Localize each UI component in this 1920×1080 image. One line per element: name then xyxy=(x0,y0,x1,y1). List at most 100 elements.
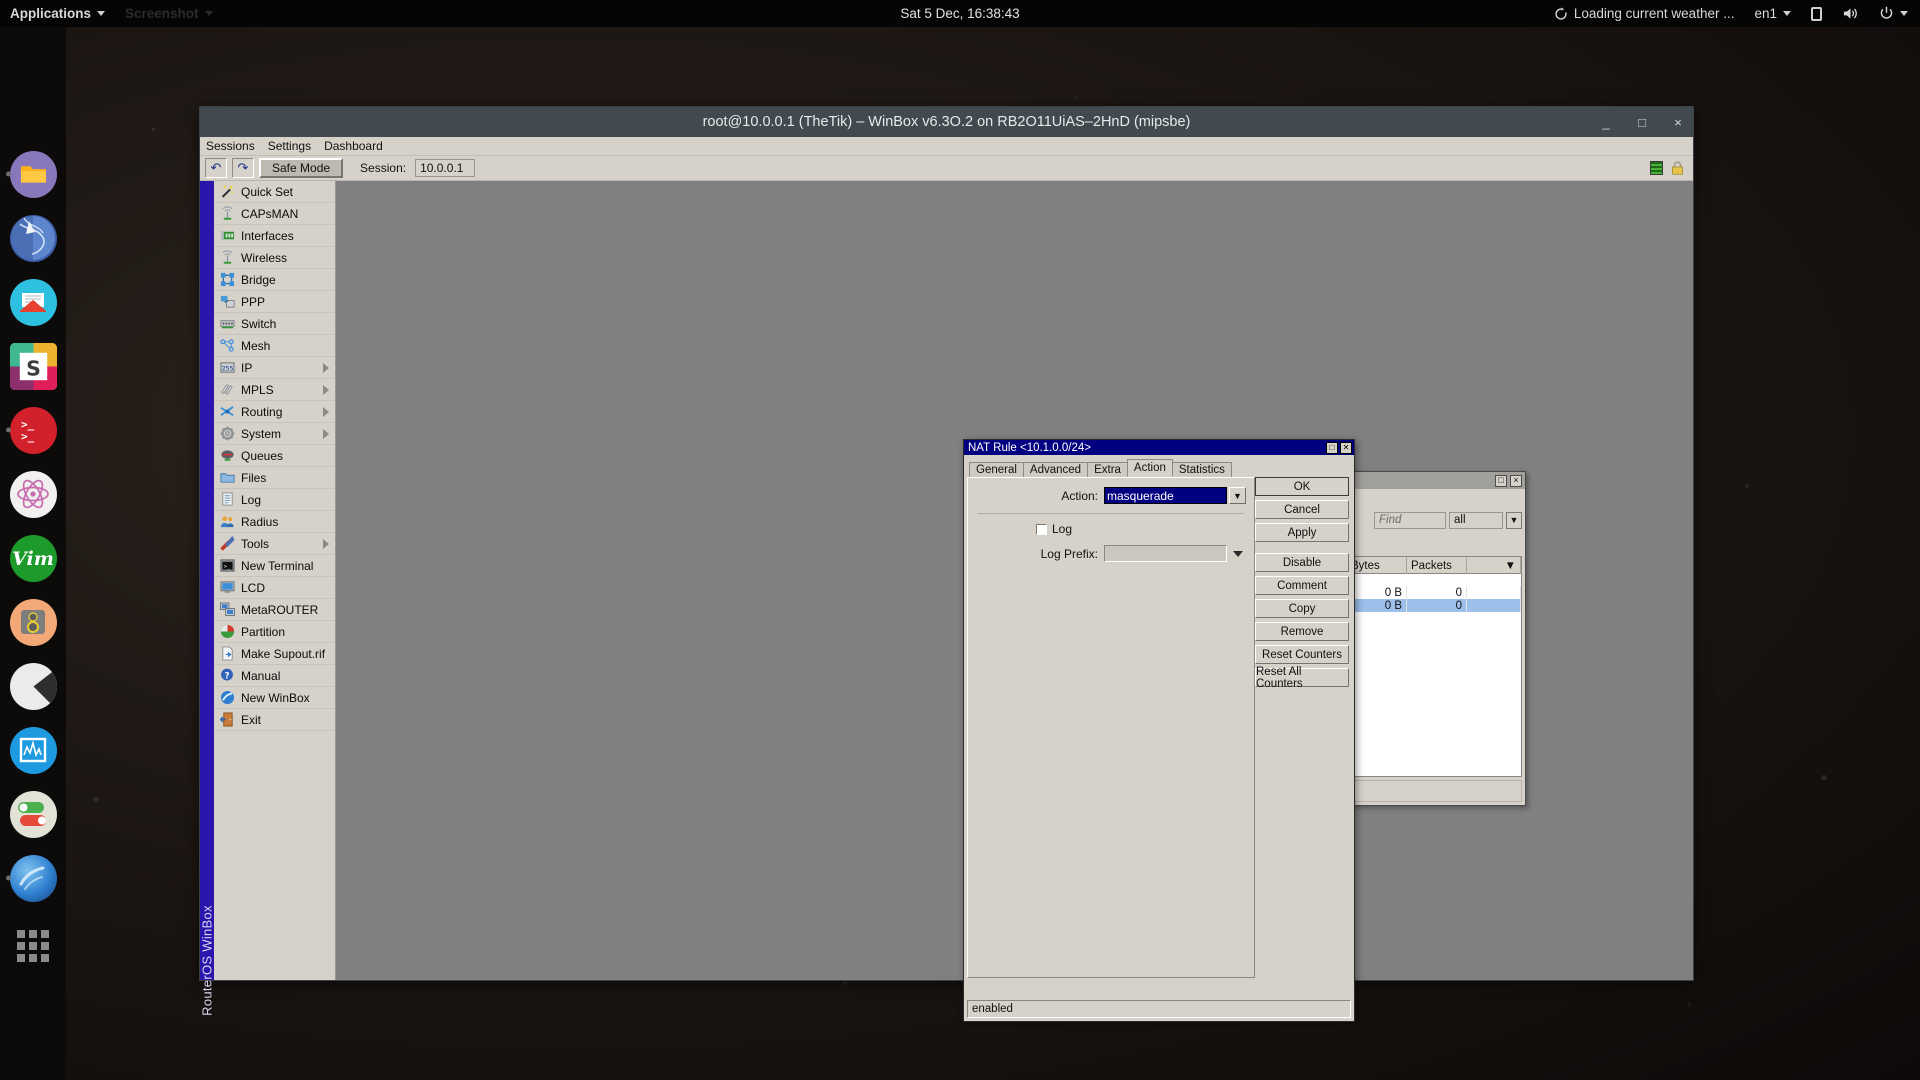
dock-item-settings-toggle[interactable] xyxy=(0,782,66,846)
dock-item-terminal[interactable]: >_ >_ xyxy=(0,398,66,462)
cancel-button[interactable]: Cancel xyxy=(1255,500,1349,519)
firewall-maximize-button[interactable]: □ xyxy=(1495,474,1507,487)
screenshot-window-button[interactable]: Screenshot xyxy=(115,0,223,27)
winbox-titlebar[interactable]: root@10.0.0.1 (TheTik) – WinBox v6.3O.2 … xyxy=(200,107,1693,137)
log-prefix-label: Log Prefix: xyxy=(1040,546,1098,561)
menu-dashboard[interactable]: Dashboard xyxy=(324,139,383,153)
sidebar-item-new-terminal[interactable]: >_ New Terminal xyxy=(214,555,335,577)
reset-counters-button[interactable]: Reset Counters xyxy=(1255,645,1349,664)
cell-extra xyxy=(1467,586,1521,599)
menu-sessions[interactable]: Sessions xyxy=(206,139,255,153)
remove-button[interactable]: Remove xyxy=(1255,622,1349,641)
dock-item-mail[interactable] xyxy=(0,270,66,334)
screen-lock-indicator[interactable] xyxy=(1801,0,1832,27)
sidebar-item-bridge[interactable]: Bridge xyxy=(214,269,335,291)
sidebar-item-switch[interactable]: Switch xyxy=(214,313,335,335)
log-prefix-dropdown-icon[interactable] xyxy=(1230,550,1246,557)
antenna-icon xyxy=(219,206,235,222)
safe-mode-button[interactable]: Safe Mode xyxy=(259,158,344,178)
session-value[interactable]: 10.0.0.1 xyxy=(415,159,476,177)
sidebar-item-ppp[interactable]: PPP xyxy=(214,291,335,313)
undo-button[interactable]: ↶ xyxy=(205,158,227,178)
sidebar-item-manual[interactable]: ? Manual xyxy=(214,665,335,687)
redo-button[interactable]: ↷ xyxy=(232,158,254,178)
sidebar-item-routing[interactable]: Routing xyxy=(214,401,335,423)
column-bytes[interactable]: Bytes xyxy=(1347,557,1407,574)
column-packets[interactable]: Packets xyxy=(1407,557,1467,574)
dock-item-winbox[interactable] xyxy=(0,846,66,910)
find-input[interactable]: Find xyxy=(1374,511,1446,529)
document-icon xyxy=(219,646,235,662)
sidebar-item-lcd[interactable]: LCD xyxy=(214,577,335,599)
ok-button[interactable]: OK xyxy=(1255,477,1349,496)
dock-item-audio-mixer[interactable] xyxy=(0,590,66,654)
dock-item-atom-editor[interactable] xyxy=(0,462,66,526)
disable-button[interactable]: Disable xyxy=(1255,553,1349,572)
sidebar-item-wireless[interactable]: Wireless xyxy=(214,247,335,269)
dock-item-vim[interactable]: Vim xyxy=(0,526,66,590)
action-select-value[interactable]: masquerade xyxy=(1104,487,1227,504)
tab-statistics[interactable]: Statistics xyxy=(1171,462,1232,477)
comment-button[interactable]: Comment xyxy=(1255,576,1349,595)
sidebar-item-system[interactable]: System xyxy=(214,423,335,445)
column-menu-icon[interactable]: ▼ xyxy=(1467,557,1521,574)
sidebar-item-quick-set[interactable]: Quick Set xyxy=(214,181,335,203)
weather-indicator[interactable]: Loading current weather ... xyxy=(1544,0,1745,27)
find-filter-select[interactable]: all xyxy=(1449,511,1503,529)
sidebar-item-ip[interactable]: 255 IP xyxy=(214,357,335,379)
sidebar-item-mpls[interactable]: MPLS xyxy=(214,379,335,401)
close-button[interactable]: × xyxy=(1671,115,1685,130)
reset-all-counters-button[interactable]: Reset All Counters xyxy=(1255,666,1349,690)
sidebar-item-capsman[interactable]: CAPsMAN xyxy=(214,203,335,225)
minimize-button[interactable]: _ xyxy=(1599,115,1613,130)
dock-item-disk-usage[interactable] xyxy=(0,654,66,718)
nat-rule-dialog[interactable]: NAT Rule <10.1.0.0/24> □ ✕ General Advan… xyxy=(963,439,1355,1022)
sidebar-item-radius[interactable]: Radius xyxy=(214,511,335,533)
nat-close-button[interactable]: ✕ xyxy=(1340,441,1352,454)
sidebar-item-interfaces[interactable]: Interfaces xyxy=(214,225,335,247)
keyboard-layout-indicator[interactable]: en1 xyxy=(1744,0,1801,27)
applications-menu[interactable]: Applications xyxy=(0,0,115,27)
dock-item-files[interactable] xyxy=(0,142,66,206)
log-checkbox[interactable] xyxy=(1036,523,1047,535)
sidebar-item-tools[interactable]: Tools xyxy=(214,533,335,555)
sidebar-item-queues[interactable]: Queues xyxy=(214,445,335,467)
tab-advanced[interactable]: Advanced xyxy=(1022,462,1089,477)
winbox-icon xyxy=(9,854,57,902)
firewall-close-button[interactable]: × xyxy=(1510,474,1522,487)
winbox-workspace[interactable]: □ × ayer7 Protocols unters Find all ▼ xyxy=(336,181,1693,1022)
sidebar-item-new-winbox[interactable]: New WinBox xyxy=(214,687,335,709)
dock-item-system-monitor[interactable] xyxy=(0,718,66,782)
find-filter-dropdown-icon[interactable]: ▼ xyxy=(1506,511,1522,529)
action-dropdown-icon[interactable]: ▼ xyxy=(1229,487,1246,504)
winbox-main-window[interactable]: root@10.0.0.1 (TheTik) – WinBox v6.3O.2 … xyxy=(199,106,1694,1022)
copy-button[interactable]: Copy xyxy=(1255,599,1349,618)
sidebar-item-make-supout-rif[interactable]: Make Supout.rif xyxy=(214,643,335,665)
sidebar-item-partition[interactable]: Partition xyxy=(214,621,335,643)
power-menu[interactable] xyxy=(1869,0,1898,27)
log-prefix-field-row: Log Prefix: xyxy=(968,545,1254,562)
tab-extra[interactable]: Extra xyxy=(1087,462,1128,477)
sidebar-item-files[interactable]: Files xyxy=(214,467,335,489)
dock-item-slack[interactable]: S xyxy=(0,334,66,398)
sidebar-item-exit[interactable]: Exit xyxy=(214,709,335,731)
dock-item-show-applications[interactable] xyxy=(0,916,66,980)
sidebar-item-log[interactable]: Log xyxy=(214,489,335,511)
slack-icon: S xyxy=(9,342,57,390)
dock-item-web-browser[interactable] xyxy=(0,206,66,270)
log-icon xyxy=(219,492,235,508)
nat-dialog-titlebar[interactable]: NAT Rule <10.1.0.0/24> □ ✕ xyxy=(964,440,1354,455)
tab-general[interactable]: General xyxy=(969,462,1024,477)
power-menu-caret[interactable] xyxy=(1898,0,1920,27)
apply-button[interactable]: Apply xyxy=(1255,523,1349,542)
log-prefix-input[interactable] xyxy=(1104,545,1227,562)
maximize-button[interactable]: □ xyxy=(1635,115,1649,130)
sidebar-item-mesh[interactable]: Mesh xyxy=(214,335,335,357)
mail-client-icon xyxy=(9,278,57,326)
menu-settings[interactable]: Settings xyxy=(268,139,311,153)
sidebar-item-metarouter[interactable]: MetaROUTER xyxy=(214,599,335,621)
tab-action[interactable]: Action xyxy=(1126,459,1173,477)
volume-indicator[interactable] xyxy=(1832,0,1869,27)
nat-maximize-button[interactable]: □ xyxy=(1326,441,1338,454)
power-icon xyxy=(1880,6,1893,19)
